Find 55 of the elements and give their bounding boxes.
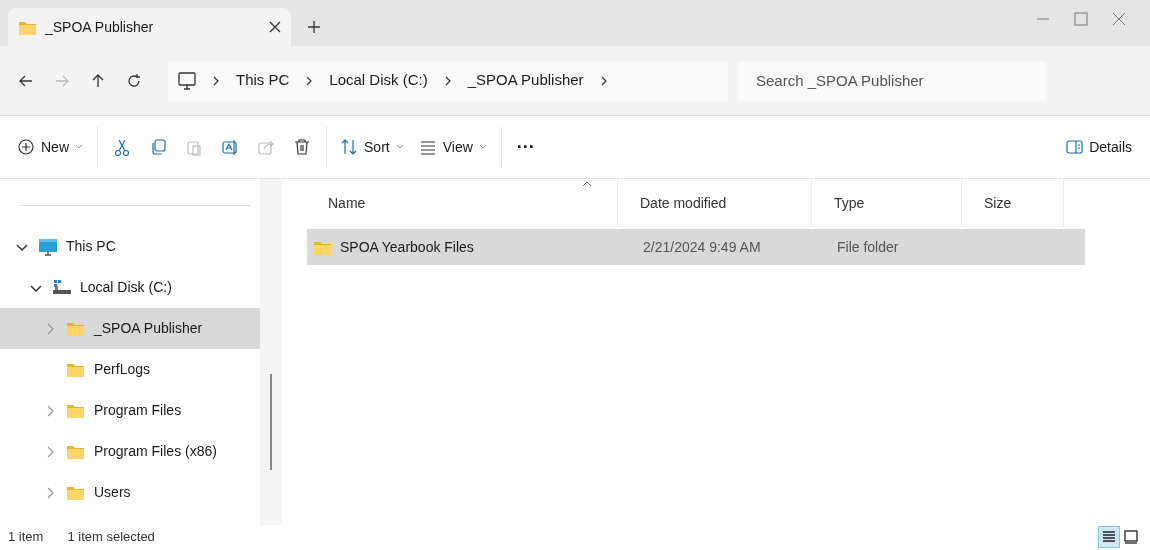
new-button[interactable]: New xyxy=(10,129,91,165)
view-button[interactable]: View xyxy=(411,129,495,165)
rename-icon xyxy=(221,138,239,156)
breadcrumb-item[interactable]: Local Disk (C:) xyxy=(321,69,436,92)
breadcrumb-item[interactable]: _SPOA Publisher xyxy=(459,69,592,92)
sort-ascending-icon xyxy=(582,181,592,187)
tree-item[interactable]: Local Disk (C:) xyxy=(0,267,260,308)
type-cell-text: File folder xyxy=(837,237,900,257)
sort-icon xyxy=(341,138,358,156)
close-icon xyxy=(269,21,281,33)
tree-item[interactable]: Program Files (x86) xyxy=(0,431,260,472)
details-button[interactable]: Details xyxy=(1058,129,1140,165)
trash-icon xyxy=(293,138,311,156)
scrollbar-thumb[interactable] xyxy=(270,374,272,470)
column-header[interactable]: Date modified xyxy=(618,179,812,227)
caret-icon xyxy=(75,144,83,150)
tree-item[interactable]: Program Files xyxy=(0,390,260,431)
monitor-icon xyxy=(38,237,58,256)
refresh-icon xyxy=(126,72,142,89)
more-button[interactable]: ··· xyxy=(507,129,544,165)
up-icon xyxy=(90,72,106,89)
tree-item[interactable]: Users xyxy=(0,472,260,513)
drive-icon xyxy=(52,278,72,297)
plus-circle-icon xyxy=(18,138,35,156)
maximize-icon xyxy=(1074,12,1088,26)
column-header[interactable]: Name xyxy=(282,179,618,227)
tab[interactable]: _SPOA Publisher xyxy=(8,8,291,46)
tree-item[interactable]: This PC xyxy=(0,226,260,267)
tab-title: _SPOA Publisher xyxy=(45,17,155,37)
caret-icon xyxy=(478,144,487,150)
date-cell-text: 2/21/2024 9:49 AM xyxy=(643,237,762,257)
sort-button[interactable]: Sort xyxy=(333,129,412,165)
column-header[interactable]: Type xyxy=(812,179,962,227)
file-row[interactable]: SPOA Yearbook Files 2/21/2024 9:49 AM File folder xyxy=(307,229,1085,265)
details-pane-icon xyxy=(1066,138,1084,156)
monitor-icon xyxy=(178,71,196,90)
column-header[interactable]: Size xyxy=(962,179,1064,227)
list-lines-icon xyxy=(419,138,437,156)
caret-icon xyxy=(395,144,404,150)
tiles-view-icon xyxy=(1122,528,1140,546)
search-field[interactable]: Search _SPOA Publisher xyxy=(738,60,1046,101)
share-icon xyxy=(257,138,275,156)
tree-item[interactable]: _SPOA Publisher xyxy=(0,308,260,349)
clipboard-icon xyxy=(185,138,203,156)
selection-count: 1 item selected xyxy=(67,528,155,547)
address-bar[interactable]: This PC Local Disk (C:) _SPOA Publisher xyxy=(168,60,728,101)
plus-icon xyxy=(307,20,321,34)
tree-item[interactable]: PerfLogs xyxy=(0,349,260,390)
breadcrumb-item[interactable]: This PC xyxy=(228,69,298,92)
item-count: 1 item xyxy=(8,528,44,547)
scissors-icon xyxy=(113,138,131,156)
copy-icon xyxy=(149,138,167,156)
close-icon xyxy=(1112,12,1126,26)
details-view-button[interactable] xyxy=(1098,526,1120,548)
file-name: SPOA Yearbook Files xyxy=(340,237,474,257)
